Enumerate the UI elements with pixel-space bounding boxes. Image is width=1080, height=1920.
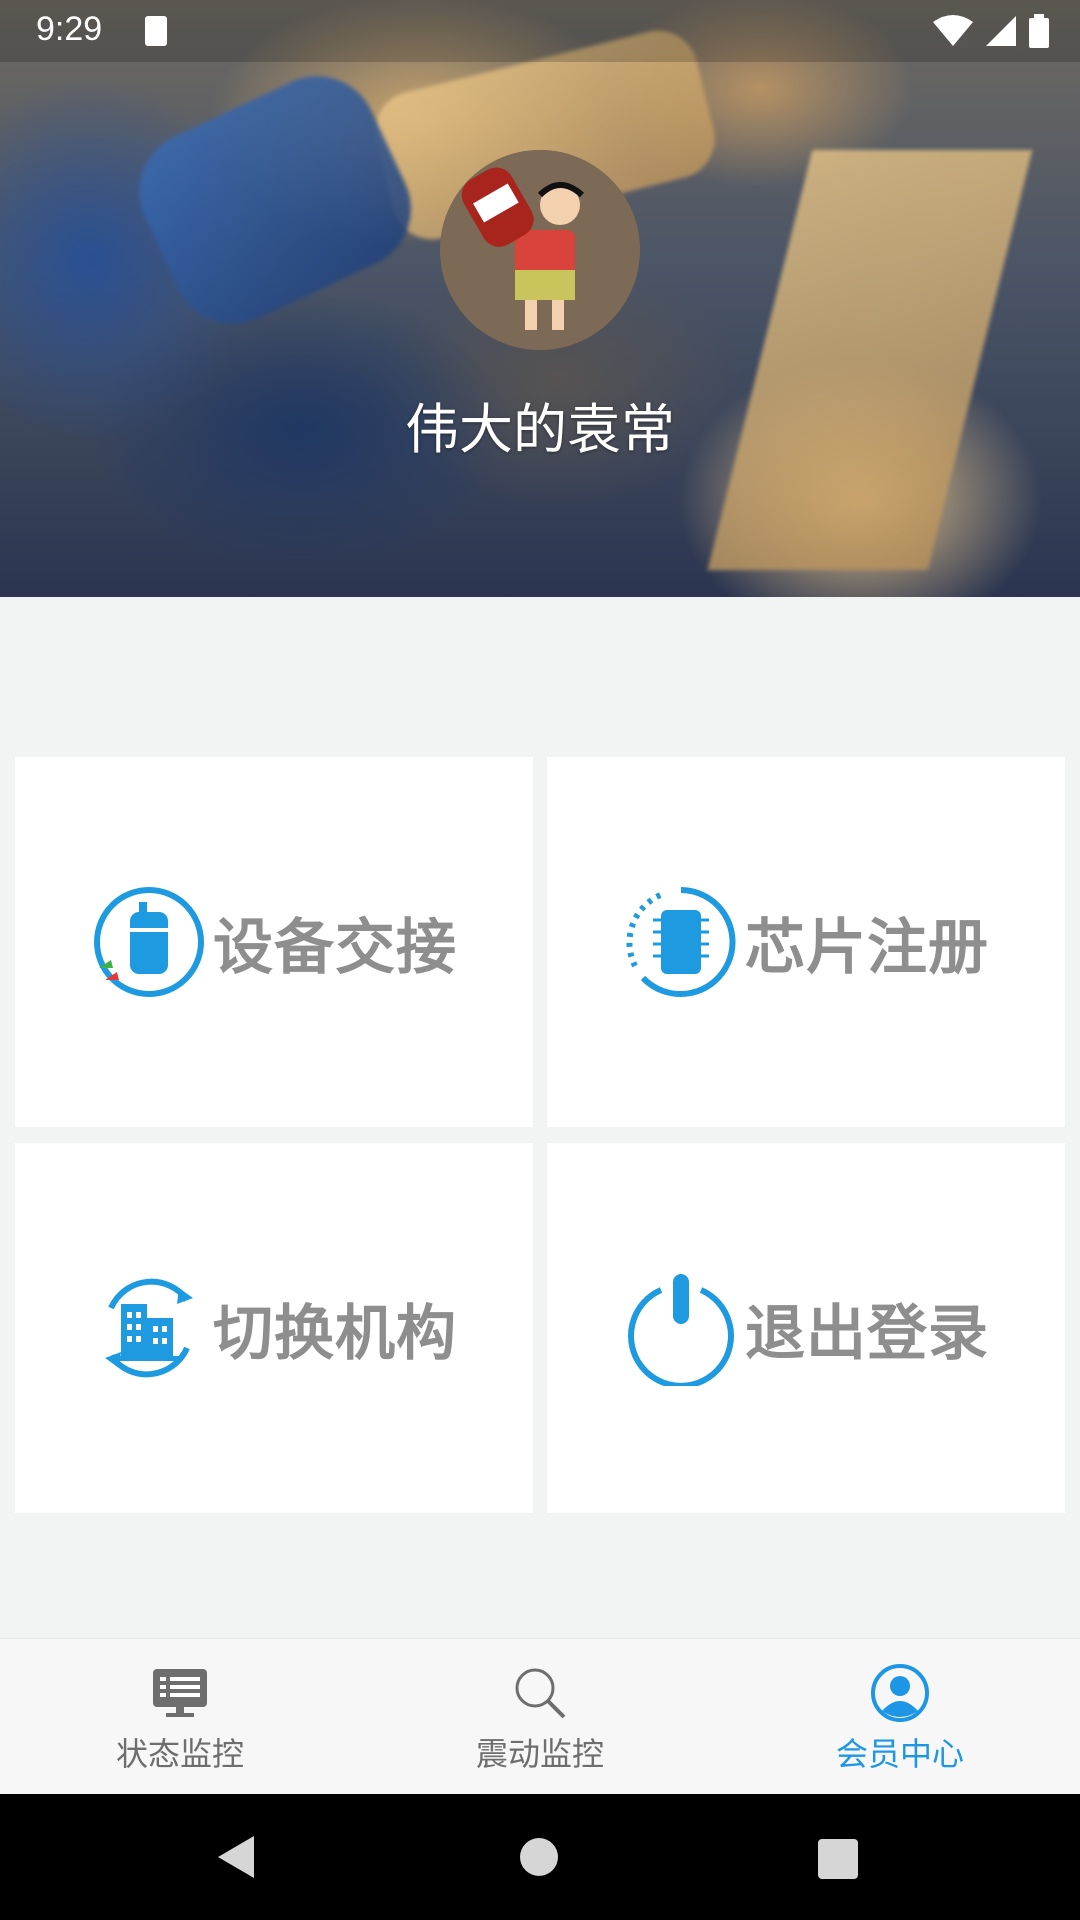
- switch-organization-tile[interactable]: 切换机构: [15, 1143, 533, 1513]
- tile-label: 退出登录: [745, 1298, 989, 1369]
- nav-label: 会员中心: [835, 1735, 964, 1773]
- avatar[interactable]: [440, 150, 640, 350]
- nav-item-vibration-monitor[interactable]: 震动监控: [360, 1639, 720, 1795]
- device-handover-tile[interactable]: 设备交接: [15, 757, 533, 1127]
- username: 伟大的袁常: [405, 398, 675, 461]
- sd-card-icon: [145, 16, 167, 46]
- battery-icon: [1029, 14, 1049, 48]
- nav-item-status-monitor[interactable]: 状态监控: [0, 1639, 360, 1795]
- tile-label: 切换机构: [213, 1298, 457, 1369]
- profile-header: 9:29 伟大的袁常: [0, 0, 1080, 597]
- chip-register-tile[interactable]: 芯片注册: [547, 757, 1065, 1127]
- home-icon[interactable]: [519, 1837, 559, 1877]
- system-nav-bar: [0, 1794, 1080, 1920]
- nav-label: 震动监控: [475, 1735, 604, 1773]
- monitor-icon: [153, 1669, 207, 1717]
- tile-label: 芯片注册: [745, 912, 989, 983]
- device-handover-icon: [94, 887, 204, 997]
- status-time: 9:29: [36, 10, 103, 48]
- recents-icon[interactable]: [818, 1839, 858, 1879]
- back-icon[interactable]: [214, 1834, 258, 1880]
- search-icon: [515, 1668, 566, 1719]
- power-icon: [628, 1274, 734, 1386]
- wifi-icon: [933, 15, 973, 46]
- signal-icon: [986, 16, 1016, 46]
- chip-register-icon: [626, 887, 736, 997]
- status-bar: 9:29: [0, 0, 1080, 62]
- nav-item-member-center[interactable]: 会员中心: [720, 1639, 1080, 1795]
- tile-label: 设备交接: [213, 912, 457, 983]
- nav-label: 状态监控: [115, 1735, 244, 1773]
- logout-tile[interactable]: 退出登录: [547, 1143, 1065, 1513]
- switch-organization-icon: [105, 1278, 193, 1378]
- user-icon: [871, 1664, 929, 1722]
- member-center-screen: 9:29 伟大的袁常 设备交接 芯片注册 切换机构 退出登录 状态监控 震动监控…: [0, 0, 1080, 1920]
- bottom-nav: 状态监控 震动监控 会员中心: [0, 1638, 1080, 1795]
